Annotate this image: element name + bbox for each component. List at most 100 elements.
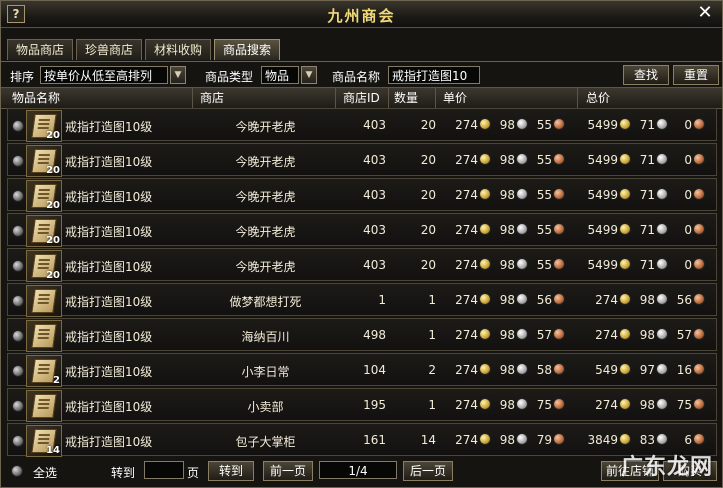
table-row[interactable]: 20 戒指打造图10级 今晚开老虎 403 20 274 98 55 5499 71 0 [7,213,717,247]
row-select-radio[interactable] [12,260,24,272]
type-dropdown-icon[interactable]: ▼ [301,66,317,84]
total-gold: 549 [595,363,618,377]
unit-silver: 98 [499,153,515,167]
total-gold: 5499 [587,258,618,272]
silver-coin-icon [656,118,668,130]
copper-coin-icon [693,293,705,305]
select-all-label[interactable]: 全选 [33,464,57,481]
total-silver: 98 [639,398,655,412]
shop-id: 161 [363,433,386,447]
table-row[interactable]: 20 戒指打造图10级 今晚开老虎 403 20 274 98 55 5499 71 0 [7,178,717,212]
goto-label: 转到 [111,466,136,480]
silver-coin-icon [516,328,528,340]
name-input[interactable]: 戒指打造图10 [388,66,480,84]
row-select-radio[interactable] [12,330,24,342]
row-select-radio[interactable] [12,295,24,307]
select-all-radio[interactable] [11,465,23,477]
gold-coin-icon [619,153,631,165]
gold-coin-icon [619,293,631,305]
table-row[interactable]: 14 戒指打造图10级 包子大掌柜 161 14 274 98 79 3849 83 6 [7,423,717,457]
row-select-radio[interactable] [12,400,24,412]
copper-coin-icon [693,363,705,375]
goto-button[interactable]: 转到 [208,461,254,481]
gold-coin-icon [619,223,631,235]
col-shop-id[interactable]: 商店ID [340,88,389,108]
row-select-radio[interactable] [12,225,24,237]
col-quantity[interactable]: 数量 [391,88,436,108]
total-copper: 0 [684,118,692,132]
silver-coin-icon [516,188,528,200]
item-name: 戒指打造图10级 [65,295,153,309]
col-shop[interactable]: 商店 [197,88,336,108]
unit-price: 274 98 56 [444,293,565,307]
item-icon [26,285,62,317]
shop-id: 104 [363,363,386,377]
type-select[interactable]: 物品 [261,66,299,84]
quantity: 14 [420,433,436,447]
col-item-name[interactable]: 物品名称 [9,88,193,108]
tab-material-buy[interactable]: 材料收购 [145,39,212,60]
search-button[interactable]: 查找 [623,65,669,85]
table-row[interactable]: 戒指打造图10级 做梦都想打死 1 1 274 98 56 274 98 56 [7,283,717,317]
table-row[interactable]: 戒指打造图10级 海纳百川 498 1 274 98 57 274 98 57 [7,318,717,352]
shop-id: 403 [363,153,386,167]
unit-gold: 274 [455,118,478,132]
unit-gold: 274 [455,188,478,202]
total-price: 274 98 57 [584,328,705,342]
unit-price: 274 98 55 [444,153,565,167]
unit-silver: 98 [499,398,515,412]
watermark-logo: 广东龙网 [620,455,713,480]
silver-coin-icon [656,328,668,340]
gold-coin-icon [479,328,491,340]
tab-product-search[interactable]: 商品搜索 [214,39,281,60]
icon-quantity: 2 [53,375,60,386]
silver-coin-icon [516,398,528,410]
total-silver: 98 [639,293,655,307]
unit-gold: 274 [455,153,478,167]
prev-page-button[interactable]: 前一页 [263,461,313,481]
table-row[interactable]: 20 戒指打造图10级 今晚开老虎 403 20 274 98 55 5499 71 0 [7,248,717,282]
item-name: 戒指打造图10级 [65,225,153,239]
col-unit-price[interactable]: 单价 [440,88,578,108]
row-select-radio[interactable] [12,435,24,447]
row-select-radio[interactable] [12,365,24,377]
unit-silver: 98 [499,118,515,132]
total-gold: 274 [595,328,618,342]
col-total-price[interactable]: 总价 [583,88,717,108]
item-name: 戒指打造图10级 [65,400,153,414]
total-silver: 71 [639,258,655,272]
table-row[interactable]: 2 戒指打造图10级 小李日常 104 2 274 98 58 549 97 16 [7,353,717,387]
row-select-radio[interactable] [12,190,24,202]
quantity: 20 [420,223,436,237]
unit-copper: 56 [536,293,552,307]
table-row[interactable]: 20 戒指打造图10级 今晚开老虎 403 20 274 98 55 5499 71 0 [7,143,717,177]
copper-coin-icon [553,258,565,270]
unit-copper: 75 [536,398,552,412]
sort-dropdown-icon[interactable]: ▼ [170,66,186,84]
icon-quantity: 14 [46,445,60,456]
title-bar[interactable]: ? 九州商会 ✕ [1,1,722,28]
table-row[interactable]: 戒指打造图10级 小卖部 195 1 274 98 75 274 98 75 [7,388,717,422]
total-gold: 274 [595,398,618,412]
tab-pet-shop[interactable]: 珍兽商店 [76,39,143,60]
sort-select[interactable]: 按单价从低至高排列 [40,66,168,84]
shop-id: 403 [363,258,386,272]
table-row[interactable]: 20 戒指打造图10级 今晚开老虎 403 20 274 98 55 5499 71 0 [7,108,717,142]
unit-silver: 98 [499,258,515,272]
row-select-radio[interactable] [12,155,24,167]
silver-coin-icon [656,293,668,305]
gold-coin-icon [619,118,631,130]
unit-silver: 98 [499,433,515,447]
page-number-input[interactable] [144,461,184,479]
tab-item-shop[interactable]: 物品商店 [7,39,74,60]
reset-button[interactable]: 重置 [673,65,719,85]
total-gold: 5499 [587,188,618,202]
copper-coin-icon [693,153,705,165]
shop-name: 做梦都想打死 [229,295,302,309]
close-button[interactable]: ✕ [696,4,714,22]
silver-coin-icon [656,398,668,410]
gold-coin-icon [479,188,491,200]
next-page-button[interactable]: 后一页 [403,461,453,481]
copper-coin-icon [553,363,565,375]
row-select-radio[interactable] [12,120,24,132]
